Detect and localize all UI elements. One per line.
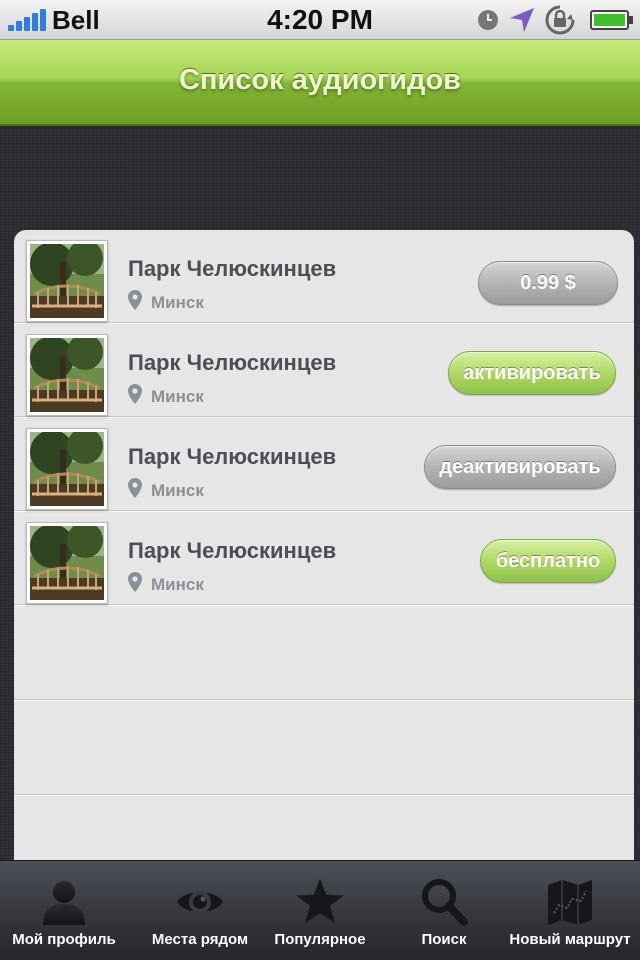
list-item[interactable]: Парк Челюскинцев Минск бесплатно [14, 512, 634, 605]
alarm-icon [478, 10, 498, 30]
tab-popular[interactable]: Популярное [256, 861, 384, 960]
search-icon [422, 879, 468, 926]
tab-label: Популярное [274, 931, 366, 948]
tab-label: Новый маршрут [509, 931, 631, 948]
star-icon [296, 879, 344, 923]
eye-icon [177, 891, 223, 913]
header-bar: Список аудиогидов [0, 40, 640, 126]
location-pin-icon [128, 384, 142, 404]
guide-city: Минск [151, 293, 204, 312]
page-title: Список аудиогидов [178, 64, 462, 96]
list-item[interactable]: Парк Челюскинцев Минск активировать [14, 324, 634, 417]
park-thumbnail [26, 240, 108, 322]
tab-my-profile[interactable]: Мой профиль [0, 861, 128, 960]
activate-button[interactable]: активировать [448, 351, 616, 395]
park-thumbnail [26, 334, 108, 416]
empty-row [14, 606, 634, 700]
park-thumbnail [26, 522, 108, 604]
deactivate-button[interactable]: деактивировать [424, 445, 616, 489]
audioguide-list: Парк Челюскинцев Минск 0.99 $ Парк Челюс… [14, 230, 634, 860]
park-thumbnail [26, 428, 108, 510]
location-pin-icon [128, 478, 142, 498]
guide-title: Парк Челюскинцев [128, 256, 337, 281]
list-item[interactable]: Парк Челюскинцев Минск 0.99 $ [14, 230, 634, 323]
empty-row [14, 701, 634, 795]
tab-label: Поиск [421, 931, 467, 948]
location-pin-icon [128, 290, 142, 310]
tab-label: Мой профиль [12, 931, 116, 948]
tab-bar: Мой профиль Места рядом Популярное Поиск… [0, 860, 640, 960]
tab-label: Места рядом [151, 931, 249, 948]
location-pin-icon [128, 572, 142, 592]
tab-nearby[interactable]: Места рядом [136, 861, 264, 960]
rotation-lock-icon [545, 5, 575, 35]
guide-city: Минск [151, 481, 204, 500]
buy-button[interactable]: 0.99 $ [478, 261, 618, 305]
guide-title: Парк Челюскинцев [128, 444, 337, 469]
list-item[interactable]: Парк Челюскинцев Минск деактивировать [14, 418, 634, 511]
guide-city: Минск [151, 387, 204, 406]
status-bar: Bell 4:20 PM [0, 0, 640, 40]
battery-icon [590, 10, 633, 30]
tab-search[interactable]: Поиск [380, 861, 508, 960]
map-icon [548, 880, 592, 925]
guide-city: Минск [151, 575, 204, 594]
tab-new-route[interactable]: Новый маршрут [506, 861, 634, 960]
location-arrow-icon [510, 8, 534, 32]
guide-title: Парк Челюскинцев [128, 538, 337, 563]
free-button[interactable]: бесплатно [480, 539, 616, 583]
person-icon [43, 881, 85, 925]
guide-title: Парк Челюскинцев [128, 350, 337, 375]
